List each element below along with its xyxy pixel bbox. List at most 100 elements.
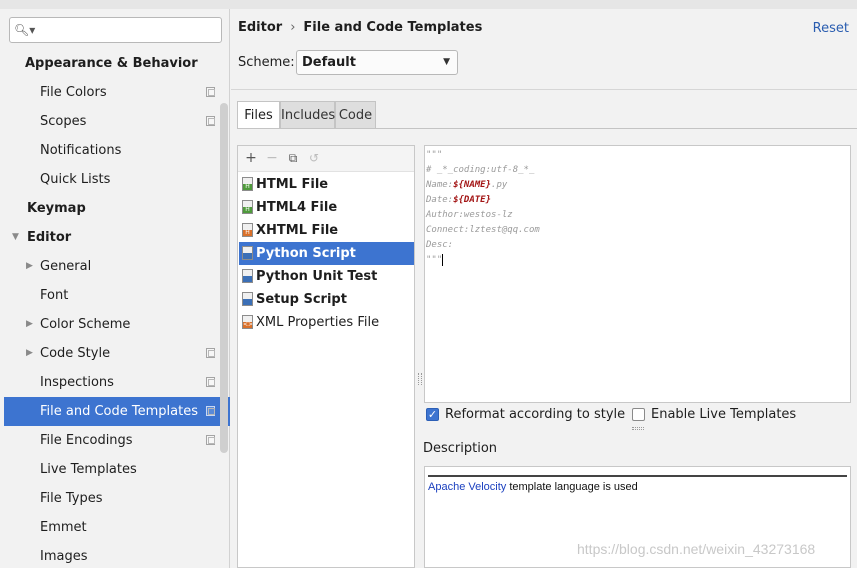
sidebar-item-live-templates[interactable]: Live Templates xyxy=(4,455,230,484)
tab-files[interactable]: Files xyxy=(237,101,280,129)
window-top-strip xyxy=(0,0,857,9)
template-item-xml-properties-file[interactable]: <> XML Properties File xyxy=(239,311,414,334)
project-settings-icon xyxy=(206,435,215,445)
revert-icon[interactable]: ↺ xyxy=(305,149,323,167)
sidebar-item-color-scheme[interactable]: ▶ Color Scheme xyxy=(4,310,230,339)
project-settings-icon xyxy=(206,377,215,387)
template-item-xhtml-file[interactable]: H XHTML File xyxy=(239,219,414,242)
sidebar-item-label: General xyxy=(40,259,92,274)
sidebar-item-label: Font xyxy=(40,288,69,303)
template-item-setup-script[interactable]: Setup Script xyxy=(239,288,414,311)
editor-line: """ xyxy=(426,253,444,266)
sidebar-item-editor[interactable]: ▼ Editor xyxy=(4,223,230,252)
template-variable: ${NAME} xyxy=(453,180,492,190)
template-editor[interactable]: """ # _*_coding:utf-8_*_ Name:${NAME}.py… xyxy=(424,145,851,403)
sidebar-item-emmet[interactable]: Emmet xyxy=(4,513,230,542)
editor-line: Author:westos-lz xyxy=(426,210,513,220)
template-item-label: Python Script xyxy=(256,246,356,261)
collapsed-arrow-icon[interactable]: ▶ xyxy=(26,252,33,281)
reformat-label: Reformat according to style xyxy=(445,407,626,422)
scheme-select[interactable]: Default ▼ xyxy=(296,50,458,75)
checkbox-unchecked-icon[interactable] xyxy=(632,408,645,421)
template-item-label: Python Unit Test xyxy=(256,269,378,284)
reset-link[interactable]: Reset xyxy=(813,21,849,36)
python-file-icon xyxy=(242,269,253,283)
remove-icon[interactable]: − xyxy=(263,149,281,167)
sidebar-item-inspections[interactable]: Inspections xyxy=(4,368,230,397)
sidebar-item-code-style[interactable]: ▶ Code Style xyxy=(4,339,230,368)
checkbox-checked-icon[interactable]: ✓ xyxy=(426,408,439,421)
template-item-python-script[interactable]: Python Script xyxy=(239,242,414,265)
template-item-label: HTML File xyxy=(256,177,329,192)
template-item-python-unit-test[interactable]: Python Unit Test xyxy=(239,265,414,288)
sidebar-item-keymap[interactable]: Keymap xyxy=(4,194,230,223)
breadcrumb-editor[interactable]: Editor xyxy=(238,20,282,35)
xhtml-file-icon: H xyxy=(242,223,253,237)
sidebar-item-quick-lists[interactable]: Quick Lists xyxy=(4,165,230,194)
template-variable: ${DATE} xyxy=(453,195,492,205)
tab-underline xyxy=(237,128,857,129)
template-item-label: HTML4 File xyxy=(256,200,338,215)
sidebar-item-label: Scopes xyxy=(40,114,87,129)
sidebar-item-font[interactable]: Font xyxy=(4,281,230,310)
collapsed-arrow-icon[interactable]: ▶ xyxy=(26,339,33,368)
sidebar-item-label: Quick Lists xyxy=(40,172,111,187)
sidebar-item-file-colors[interactable]: File Colors xyxy=(4,78,230,107)
project-settings-icon xyxy=(206,348,215,358)
editor-line: # _*_coding:utf-8_*_ xyxy=(426,165,535,175)
template-item-html4-file[interactable]: H HTML4 File xyxy=(239,196,414,219)
xml-file-icon: <> xyxy=(242,315,253,329)
project-settings-icon xyxy=(206,116,215,126)
add-icon[interactable]: + xyxy=(242,149,260,167)
sidebar-item-label: Images xyxy=(40,549,88,564)
sidebar-item-appearance-behavior[interactable]: Appearance & Behavior xyxy=(4,49,230,78)
sidebar-item-images[interactable]: Images xyxy=(4,542,230,568)
sidebar-item-file-and-code-templates[interactable]: File and Code Templates xyxy=(4,397,230,426)
sidebar-item-label: File Colors xyxy=(40,85,107,100)
sidebar-item-file-encodings[interactable]: File Encodings xyxy=(4,426,230,455)
chevron-down-icon: ▼ xyxy=(443,57,450,67)
velocity-link[interactable]: Apache Velocity xyxy=(428,481,506,493)
html-file-icon: H xyxy=(242,177,253,191)
settings-sidebar: 🔍︎▾ Appearance & Behavior File Colors Sc… xyxy=(4,9,230,568)
splitter-handle[interactable] xyxy=(418,373,422,385)
sidebar-item-label: Keymap xyxy=(27,201,86,216)
sidebar-item-notifications[interactable]: Notifications xyxy=(4,136,230,165)
sidebar-item-label: Emmet xyxy=(40,520,87,535)
watermark: https://blog.csdn.net/weixin_43273168 xyxy=(577,541,816,557)
sidebar-item-scopes[interactable]: Scopes xyxy=(4,107,230,136)
text-caret xyxy=(442,253,444,266)
splitter-handle[interactable] xyxy=(632,427,644,430)
editor-line: Connect:lztest@qq.com xyxy=(426,225,540,235)
search-icon: 🔍︎▾ xyxy=(14,23,36,37)
tab-code[interactable]: Code xyxy=(335,101,376,129)
sidebar-scrollbar[interactable] xyxy=(220,103,228,453)
scheme-label: Scheme: xyxy=(238,55,295,70)
sidebar-item-label: Editor xyxy=(27,230,72,245)
template-item-label: Setup Script xyxy=(256,292,347,307)
breadcrumb: Editor › File and Code Templates xyxy=(238,20,488,35)
template-list-panel: + − ⧉ ↺ H HTML File H HTML4 File H XHTML… xyxy=(237,145,415,568)
editor-line: Date:${DATE} xyxy=(426,195,492,205)
live-templates-label: Enable Live Templates xyxy=(651,407,797,422)
editor-line: Name:${NAME}.py xyxy=(426,180,508,190)
copy-icon[interactable]: ⧉ xyxy=(284,149,302,167)
search-input[interactable]: 🔍︎▾ xyxy=(9,17,222,43)
sidebar-item-general[interactable]: ▶ General xyxy=(4,252,230,281)
sidebar-item-label: Color Scheme xyxy=(40,317,131,332)
sidebar-item-label: Live Templates xyxy=(40,462,137,477)
sidebar-item-label: Appearance & Behavior xyxy=(25,56,198,71)
expanded-arrow-icon[interactable]: ▼ xyxy=(12,223,19,252)
tab-includes[interactable]: Includes xyxy=(280,101,335,129)
scheme-value: Default xyxy=(302,55,356,70)
python-file-icon xyxy=(242,246,253,260)
template-item-label: XML Properties File xyxy=(256,315,380,330)
breadcrumb-separator: › xyxy=(290,20,296,35)
description-label: Description xyxy=(423,441,498,456)
python-file-icon xyxy=(242,292,253,306)
collapsed-arrow-icon[interactable]: ▶ xyxy=(26,310,33,339)
template-item-html-file[interactable]: H HTML File xyxy=(239,173,414,196)
sidebar-item-label: File and Code Templates xyxy=(40,404,198,419)
breadcrumb-current: File and Code Templates xyxy=(303,20,483,35)
sidebar-item-file-types[interactable]: File Types xyxy=(4,484,230,513)
